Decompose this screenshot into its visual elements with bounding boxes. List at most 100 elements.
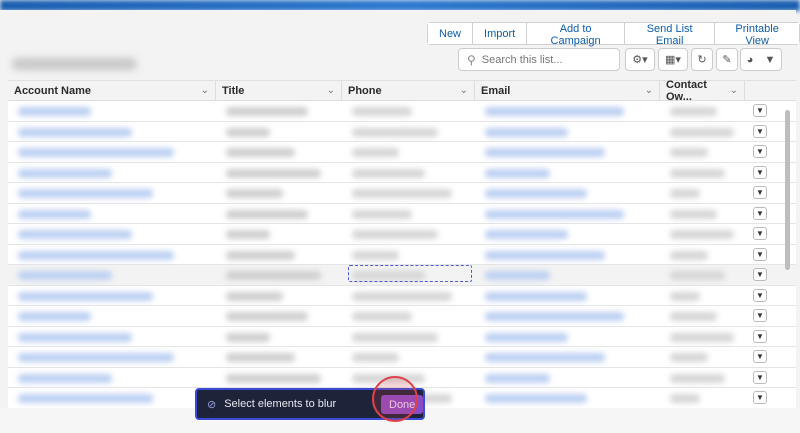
row-actions-dropdown[interactable]: ▼ [753, 268, 767, 281]
chevron-down-icon[interactable]: ⌄ [645, 85, 653, 96]
table-header: Account Name ⌄ Title ⌄ Phone ⌄ Email ⌄ Conta… [8, 78, 796, 103]
blurred-cell [352, 230, 439, 239]
table-row[interactable]: ▼ [8, 142, 796, 163]
edit-button[interactable]: ✎ [716, 48, 738, 71]
row-actions-dropdown[interactable]: ▼ [753, 370, 767, 384]
blurred-cell [226, 291, 283, 301]
blurred-cell [670, 107, 717, 116]
chart-icon[interactable]: ◕ [747, 54, 754, 66]
row-actions-dropdown[interactable]: ▼ [753, 247, 767, 261]
blurred-cell [485, 312, 624, 321]
blurred-cell [352, 209, 412, 219]
blurred-cell [226, 148, 296, 157]
table-row[interactable]: ▼ [8, 101, 796, 122]
chevron-down-icon[interactable]: ⌄ [201, 85, 209, 96]
table-row[interactable]: ▼ [8, 121, 796, 142]
filter-icon[interactable]: ▼ [764, 54, 775, 66]
blurred-cell [352, 127, 439, 137]
search-input[interactable] [481, 53, 612, 66]
column-account-name[interactable]: Account Name ⌄ [8, 81, 216, 100]
blurred-cell [352, 332, 439, 342]
blurred-cell [226, 209, 308, 219]
table-view-icon: ▦▾ [665, 54, 681, 66]
table-row[interactable]: ▼ [8, 326, 796, 347]
table-row[interactable]: ▼ [8, 162, 796, 183]
contacts-table: Account Name ⌄ Title ⌄ Phone ⌄ Email ⌄ Conta… [8, 78, 796, 409]
row-actions-dropdown[interactable]: ▼ [753, 329, 767, 343]
blurred-cell [352, 168, 426, 178]
column-label: Email [481, 84, 511, 97]
blurred-cell [485, 291, 587, 301]
column-label: Account Name [14, 84, 92, 97]
blurred-cell [18, 230, 133, 239]
blurred-cell [670, 373, 726, 383]
blurred-cell [352, 148, 399, 157]
blurred-cell [18, 189, 154, 198]
search-box[interactable]: ⚲ [458, 48, 620, 71]
table-row[interactable]: ▼ [8, 285, 796, 306]
blurred-cell [226, 168, 321, 178]
chevron-down-icon[interactable]: ⌄ [327, 85, 335, 96]
blurred-cell [18, 168, 112, 178]
blurred-cell [352, 250, 399, 260]
row-actions-dropdown[interactable]: ▼ [753, 350, 767, 363]
blurred-cell [226, 332, 271, 342]
display-as-button[interactable]: ▦▾ [658, 48, 688, 71]
eye-slash-icon: ⊘ [207, 398, 217, 411]
settings-button[interactable]: ⚙▾ [625, 48, 655, 71]
blurred-cell [485, 373, 550, 383]
refresh-button[interactable]: ↻ [691, 48, 713, 71]
send-list-email-button[interactable]: Send List Email [625, 23, 716, 47]
table-row[interactable]: ▼ [8, 183, 796, 204]
blurred-cell [485, 394, 587, 403]
blurred-cell [18, 107, 91, 116]
row-actions-dropdown[interactable]: ▼ [753, 165, 767, 179]
row-actions-dropdown[interactable]: ▼ [753, 391, 767, 404]
new-button[interactable]: New [428, 23, 474, 44]
column-label: Title [222, 84, 245, 97]
row-actions-dropdown[interactable]: ▼ [753, 206, 767, 220]
blurred-cell [18, 250, 174, 260]
row-actions-dropdown[interactable]: ▼ [753, 145, 767, 158]
blurred-cell [670, 312, 717, 321]
scrollbar[interactable] [785, 110, 790, 270]
blurred-cell [226, 230, 271, 239]
row-actions-dropdown[interactable]: ▼ [753, 288, 767, 302]
chevron-down-icon[interactable]: ⌄ [730, 85, 738, 96]
row-actions-dropdown[interactable]: ▼ [753, 104, 767, 117]
row-actions-dropdown[interactable]: ▼ [753, 309, 767, 322]
blurred-cell [18, 394, 154, 403]
blurred-cell [352, 353, 399, 362]
table-row[interactable]: ▼ [8, 244, 796, 265]
blurred-cell [485, 209, 624, 219]
list-title-blurred [12, 58, 137, 70]
column-label: Contact Ow... [666, 78, 707, 103]
table-body: ▼ ▼ ▼ ▼ ▼ ▼ ▼ ▼ ▼ ▼ ▼ ▼ ▼ ▼ ▼ [8, 101, 796, 409]
column-email[interactable]: Email ⌄ [475, 81, 660, 100]
blurred-cell [226, 189, 283, 198]
table-row[interactable]: ▼ [8, 203, 796, 224]
chevron-down-icon[interactable]: ⌄ [460, 85, 468, 96]
column-contact-owner[interactable]: Contact Ow... ⌄ [660, 78, 745, 103]
refresh-icon: ↻ [697, 54, 707, 66]
blurred-cell [485, 189, 587, 198]
chart-filter-group: ◕ ▼ [740, 48, 782, 71]
blurred-cell [670, 353, 709, 362]
column-title[interactable]: Title ⌄ [216, 81, 342, 100]
add-to-campaign-button[interactable]: Add to Campaign [527, 23, 626, 47]
import-button[interactable]: Import [473, 23, 528, 44]
blurred-cell [352, 189, 452, 198]
column-phone[interactable]: Phone ⌄ [342, 81, 475, 100]
blurred-cell [18, 291, 154, 301]
table-row[interactable]: ▼ [8, 306, 796, 327]
table-row[interactable]: ▼ [8, 347, 796, 368]
blurred-cell [18, 373, 112, 383]
printable-view-button[interactable]: Printable View [715, 23, 799, 47]
table-row[interactable]: ▼ [8, 224, 796, 245]
gear-icon: ⚙▾ [632, 54, 648, 66]
blurred-cell [670, 230, 734, 239]
row-actions-dropdown[interactable]: ▼ [753, 186, 767, 199]
row-actions-dropdown[interactable]: ▼ [753, 124, 767, 138]
blurred-cell [18, 353, 174, 362]
row-actions-dropdown[interactable]: ▼ [753, 227, 767, 240]
